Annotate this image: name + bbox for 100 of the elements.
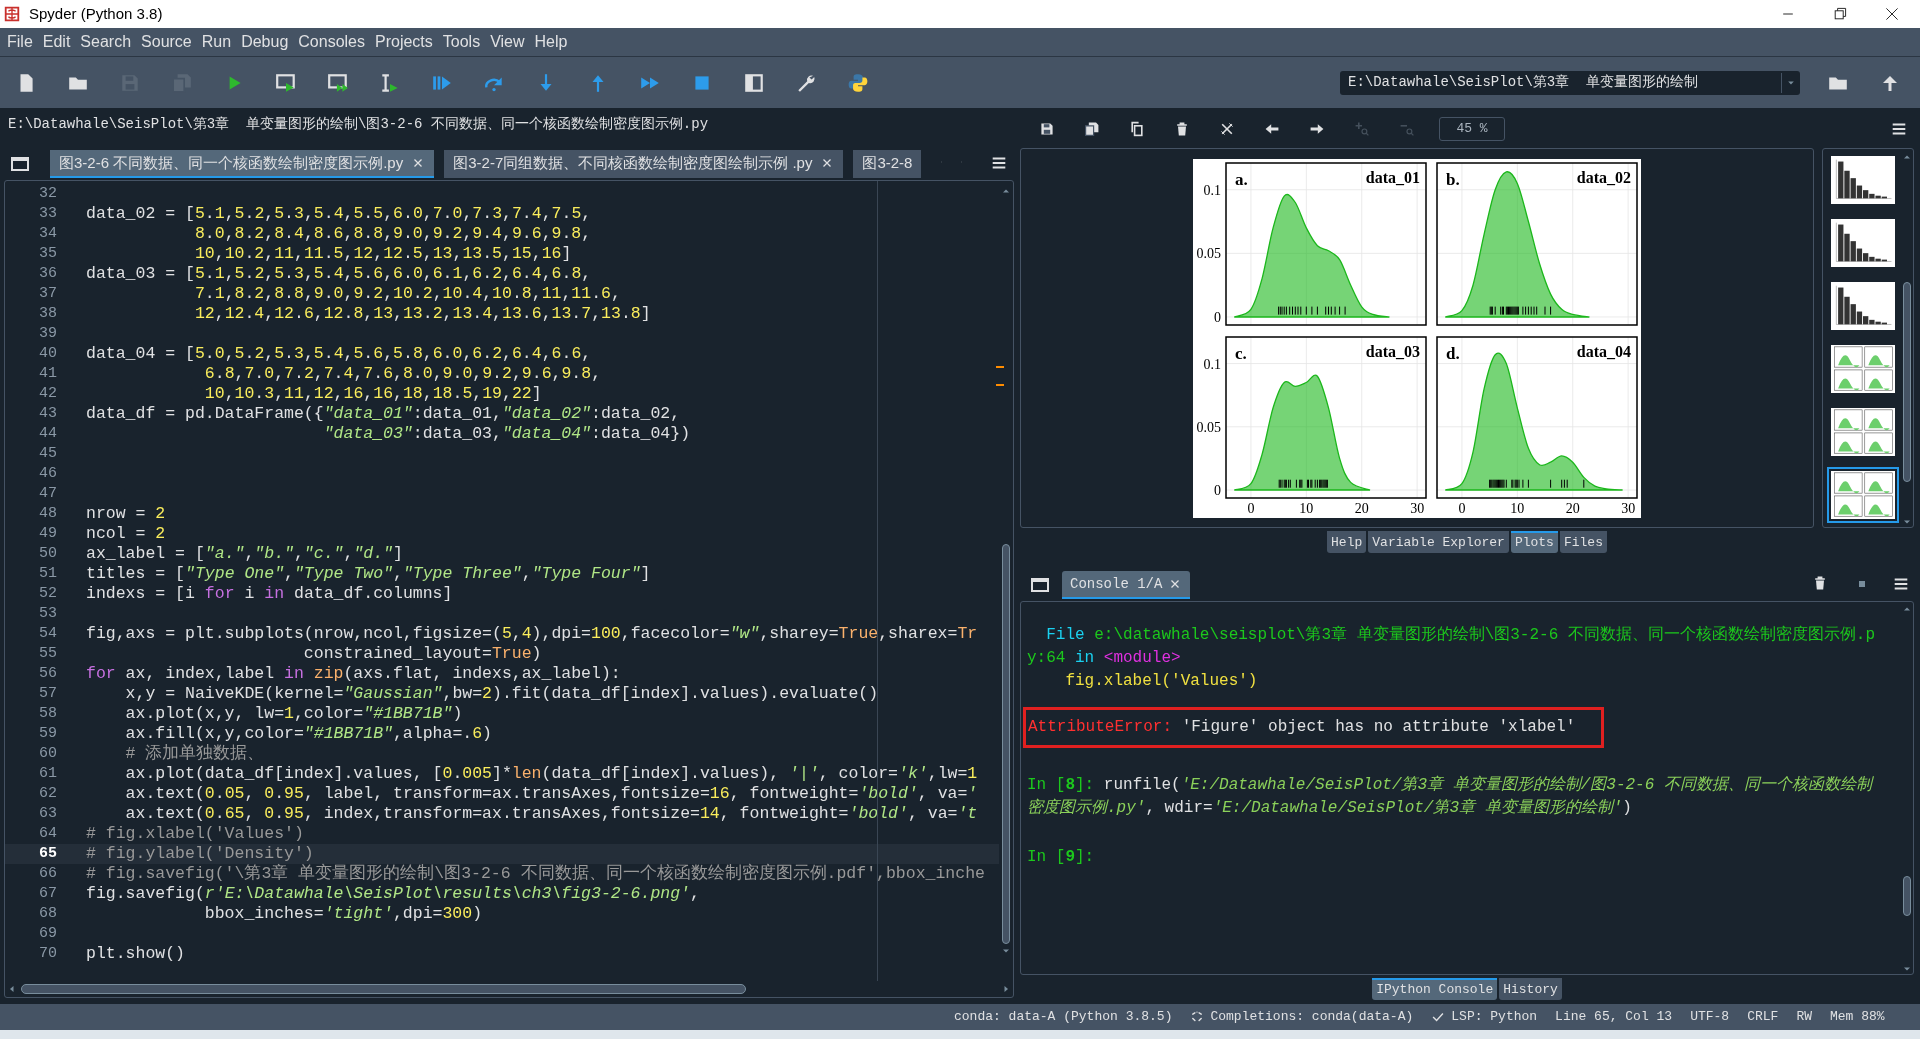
- status-item: RW: [1796, 1008, 1812, 1027]
- working-directory-combobox[interactable]: E:\Datawhale\SeisPlot\第3章 单变量图形的绘制: [1340, 70, 1800, 95]
- code-line: 10,10.3,11,12,16,16,18,18.5,19,22]: [203, 382, 542, 405]
- code-line: # fig.xlabel('Values'): [86, 822, 304, 845]
- line-number: 38: [38, 303, 57, 324]
- code-line: # fig.savefig('\第3章 单变量图形的绘制\图3-2-6 不同数据、同一个核函数绘制密度图示例.pdf',bbox_inche: [86, 862, 985, 885]
- line-number: 62: [38, 783, 57, 804]
- tick-label: 0: [1458, 501, 1466, 516]
- line-number: 50: [38, 543, 57, 564]
- pane-tab[interactable]: IPython Console: [1372, 978, 1498, 1000]
- tick-label: 0.05: [1196, 419, 1221, 435]
- line-number: 48: [38, 503, 57, 524]
- line-number: 64: [38, 823, 57, 844]
- plot-thumbnail[interactable]: [1827, 467, 1899, 523]
- code-line: ax.plot(x,y, lw=1,color="#1BB71B"): [124, 702, 463, 725]
- code-line: bbox_inches='tight',dpi=300): [203, 902, 483, 925]
- code-line: # 添加单独数据、: [124, 742, 265, 765]
- status-item: Mem 88%: [1830, 1008, 1885, 1027]
- pane-tab[interactable]: Variable Explorer: [1368, 531, 1509, 553]
- scrollbar-thumb[interactable]: [1903, 876, 1911, 916]
- line-number: 67: [38, 883, 57, 904]
- menu-item[interactable]: View: [485, 30, 530, 54]
- pane-tab[interactable]: History: [1499, 978, 1562, 1000]
- status-item: conda: data-A (Python 3.8.5): [954, 1008, 1173, 1027]
- menu-item[interactable]: Edit: [37, 30, 76, 54]
- panel-icon[interactable]: [743, 71, 765, 94]
- scrollbar-thumb[interactable]: [1002, 544, 1010, 944]
- tick-label: 10: [1510, 501, 1525, 516]
- editor-tab[interactable]: 图3-2-7同组数据、不同核函数绘制密度图绘制示例 .py: [444, 150, 844, 178]
- pane-tab[interactable]: Files: [1559, 531, 1607, 553]
- pane-tab[interactable]: Plots: [1510, 531, 1558, 553]
- code-line: ax.text(0.05, 0.95, label, transform=ax.transAxes,fontsize=16, fontweight='bold', va=': [124, 782, 978, 805]
- editor-tab[interactable]: 图3-2-6 不同数据、同一个核函数绘制密度图示例.py: [50, 150, 435, 178]
- code-line: data_df = pd.DataFrame({"data_01":data_01,"data_02":data_02,: [86, 402, 681, 425]
- rug-ticks: [1489, 306, 1552, 316]
- close-icon[interactable]: [1884, 6, 1900, 22]
- restore-icon[interactable]: [1832, 6, 1848, 22]
- tick-label: 0: [1214, 310, 1221, 325]
- console-line: File e:\datawhale\seisplot\第3章 单变量图形的绘制\图3-2-6 不同数据、同一个核函数绘制密度图示例.py:64 in <module>: [1027, 624, 1877, 669]
- fast-forward-box-icon[interactable]: [327, 71, 349, 94]
- line-number: 40: [38, 343, 57, 364]
- line-number: 37: [38, 283, 57, 304]
- line-number: 69: [38, 923, 57, 944]
- menu-item[interactable]: File: [2, 30, 38, 54]
- logo-icon[interactable]: [847, 71, 869, 94]
- menu-item[interactable]: Search: [75, 30, 137, 54]
- editor-tab[interactable]: 图3-2-8: [853, 150, 922, 178]
- line-number: 34: [38, 223, 57, 244]
- console-line: fig.xlabel('Values'): [1064, 671, 1259, 692]
- line-number: 58: [38, 703, 57, 724]
- line-number: 68: [38, 903, 57, 924]
- line-number: 45: [38, 443, 57, 464]
- line-number: 66: [38, 863, 57, 884]
- menu-item[interactable]: Consoles: [293, 30, 370, 54]
- line-number: 42: [38, 383, 57, 404]
- trash-icon[interactable]: [1812, 575, 1828, 591]
- line-number: 51: [38, 563, 57, 584]
- cross-icon[interactable]: [1218, 121, 1235, 137]
- line-number: 65: [38, 843, 57, 864]
- code-line: for ax, index,label in zip(axs.flat, indexs,ax_label):: [86, 662, 621, 685]
- menu-item[interactable]: Run: [196, 30, 237, 54]
- scrollbar-thumb[interactable]: [1903, 282, 1911, 482]
- tick-label: 0.05: [1196, 246, 1221, 262]
- chart-title: data_01: [1365, 169, 1420, 186]
- floppy-disks-icon[interactable]: [1083, 121, 1100, 137]
- line-number: 53: [38, 603, 57, 624]
- line-number: 46: [38, 463, 57, 484]
- scrollbar-thumb[interactable]: [21, 984, 746, 994]
- copy-icon[interactable]: [1128, 121, 1145, 137]
- status-item: Completions: conda(data-A): [1210, 1008, 1414, 1027]
- tick-label: 30: [1621, 501, 1636, 516]
- play-box-icon[interactable]: [275, 71, 297, 94]
- window-icon[interactable]: [1030, 575, 1050, 595]
- menu-item[interactable]: Tools: [437, 30, 486, 54]
- menu-item[interactable]: Projects: [370, 30, 438, 54]
- code-line: data_02 = [5.1,5.2,5.3,5.4,5.5,6.0,7.0,7.3,7.4,7.5,: [86, 202, 592, 225]
- menu-item[interactable]: Debug: [236, 30, 294, 54]
- code-line: data_04 = [5.0,5.2,5.3,5.4,5.6,5.8,6.0,6.2,6.4,6.6,: [86, 342, 592, 365]
- window-icon[interactable]: [10, 154, 30, 174]
- menu-item[interactable]: Help: [529, 30, 573, 54]
- line-number: 70: [38, 943, 57, 964]
- console-tab[interactable]: Console 1/A: [1062, 571, 1191, 599]
- stop-icon[interactable]: [1856, 578, 1868, 590]
- status-item: LSP: Python: [1451, 1008, 1538, 1027]
- code-line: ax.fill(x,y,color="#1BB71B",alpha=.6): [124, 722, 492, 744]
- line-number: 54: [38, 623, 57, 644]
- code-line: data_03 = [5.1,5.2,5.3,5.4,5.6,6.0,6.1,6.2,6.4,6.8,: [86, 262, 592, 285]
- line-number: 60: [38, 743, 57, 764]
- line-number: 52: [38, 583, 57, 604]
- spinner-icon: [1190, 1010, 1205, 1024]
- pane-tab[interactable]: Help: [1327, 531, 1367, 553]
- tick-label: 0.1: [1203, 182, 1221, 198]
- menu-item[interactable]: Source: [136, 30, 197, 54]
- zoom-field[interactable]: 45 %: [1439, 117, 1505, 141]
- line-number: 47: [38, 483, 57, 504]
- check-icon: [1431, 1010, 1446, 1024]
- scroll-marker[interactable]: [996, 384, 1004, 386]
- tick-label: 30: [1410, 501, 1425, 516]
- scroll-marker[interactable]: [996, 366, 1004, 368]
- code-line: fig.savefig(r'E:\Datawhale\SeisPlot\results\ch3\fig3-2-6.png',: [86, 882, 700, 905]
